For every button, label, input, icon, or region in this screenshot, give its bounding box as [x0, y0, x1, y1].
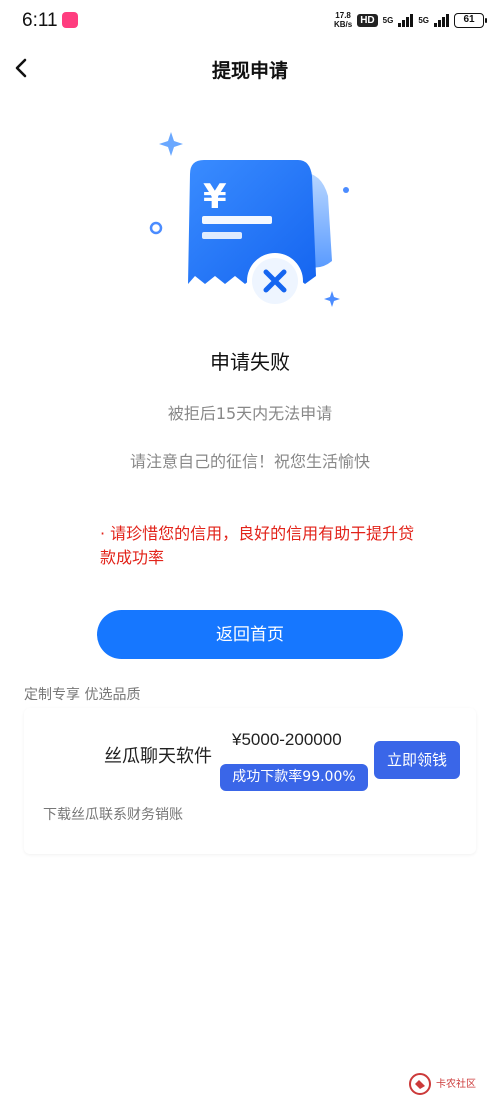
result-subtitle-1: 被拒后15天内无法申请 — [167, 404, 333, 423]
network-type-2: 5G — [418, 15, 429, 25]
watermark-text: 卡农社区 — [436, 1078, 476, 1090]
receipt-failure-illustration: ¥ — [149, 132, 349, 309]
return-home-button[interactable]: 返回首页 — [97, 610, 403, 659]
watermark: 卡农社区 — [408, 1066, 488, 1102]
page-title: 提现申请 — [211, 60, 288, 82]
network-type-1: 5G — [382, 15, 394, 25]
ad-amount-range: ¥5000-200000 — [232, 730, 342, 749]
get-money-button[interactable]: 立即领钱 — [374, 741, 460, 779]
signal-icon-2 — [434, 13, 449, 27]
ad-product-name: 丝瓜聊天软件 — [104, 746, 212, 767]
navigation-bar: 提现申请 — [0, 42, 500, 96]
ad-success-rate-badge: 成功下款率99.00% — [220, 764, 368, 791]
result-title: 申请失败 — [210, 350, 290, 374]
status-time: 6:11 — [22, 10, 58, 31]
section-label: 定制专享 优选品质 — [24, 687, 141, 703]
status-indicators: 17.8 KB/s HD 5G 5G 61 — [334, 11, 487, 29]
network-speed: 17.8 KB/s — [334, 11, 352, 29]
hd-icon: HD — [357, 13, 378, 27]
network-speed-unit: KB/s — [333, 20, 353, 29]
ad-card[interactable]: 丝瓜聊天软件 ¥5000-200000 成功下款率99.00% 立即领钱 下载丝… — [24, 708, 476, 854]
network-speed-value: 17.8 — [335, 11, 351, 20]
status-bar: 6:11 17.8 KB/s HD 5G 5G 61 — [0, 0, 500, 42]
sparkle-icon-small — [324, 291, 340, 307]
app-notification-icon — [62, 12, 78, 28]
battery-icon: 61 — [454, 12, 487, 28]
sparkle-icon — [159, 132, 183, 156]
credit-warning: · 请珍惜您的信用，良好的信用有助于提升贷款成功率 — [100, 524, 415, 567]
svg-text:¥: ¥ — [203, 177, 227, 217]
ad-description: 下载丝瓜联系财务销账 — [43, 807, 183, 823]
result-subtitle-2: 请注意自己的征信！祝您生活愉快 — [129, 452, 370, 471]
kanong-logo-icon — [409, 1073, 431, 1095]
signal-icon — [398, 13, 414, 27]
